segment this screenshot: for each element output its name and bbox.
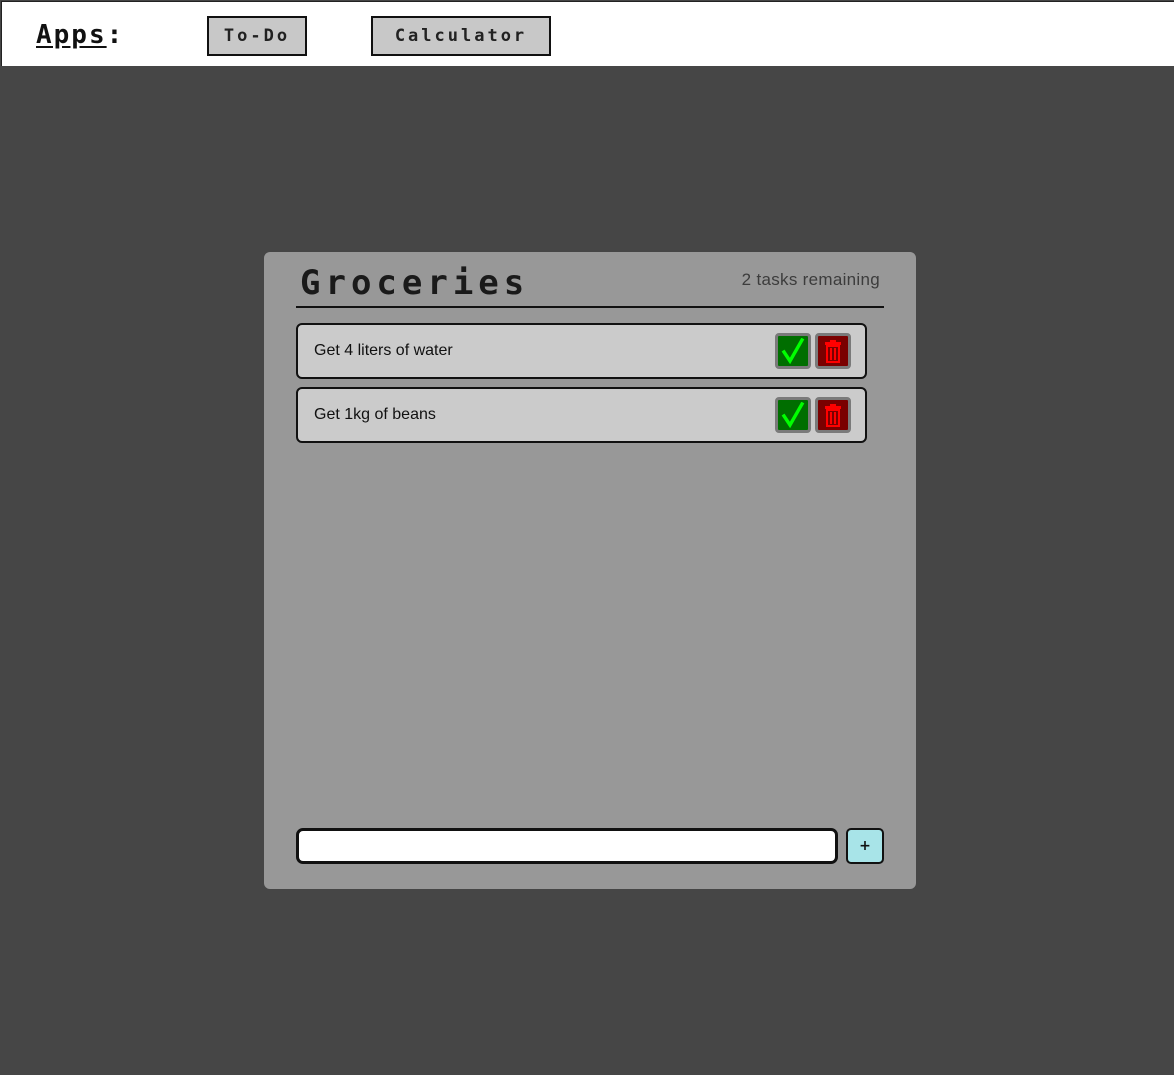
todo-app-button[interactable]: To-Do [207,16,307,56]
add-task-button[interactable]: + [846,828,884,864]
apps-header: Apps: To-Do Calculator [1,1,1174,66]
task-text: Get 4 liters of water [314,342,453,359]
task-text: Get 1kg of beans [314,406,436,423]
task-item: Get 4 liters of water [296,323,867,379]
trash-icon [825,340,841,363]
calculator-app-button[interactable]: Calculator [371,16,551,56]
complete-task-button[interactable] [775,333,811,369]
apps-label: Apps: [36,20,124,50]
tasks-remaining-count: 2 tasks remaining [741,270,880,289]
trash-icon [825,404,841,427]
todo-header: Groceries 2 tasks remaining [296,262,884,308]
list-title: Groceries [300,263,530,303]
checkmark-icon [781,402,805,428]
apps-label-text: Apps [36,20,107,50]
todo-panel: Groceries 2 tasks remaining Get 4 liters… [264,252,916,889]
delete-task-button[interactable] [815,397,851,433]
delete-task-button[interactable] [815,333,851,369]
task-list: Get 4 liters of water Get 1kg of beans [296,323,867,451]
task-item: Get 1kg of beans [296,387,867,443]
checkmark-icon [781,338,805,364]
apps-label-colon: : [106,20,125,50]
complete-task-button[interactable] [775,397,811,433]
new-task-input[interactable] [296,828,838,864]
